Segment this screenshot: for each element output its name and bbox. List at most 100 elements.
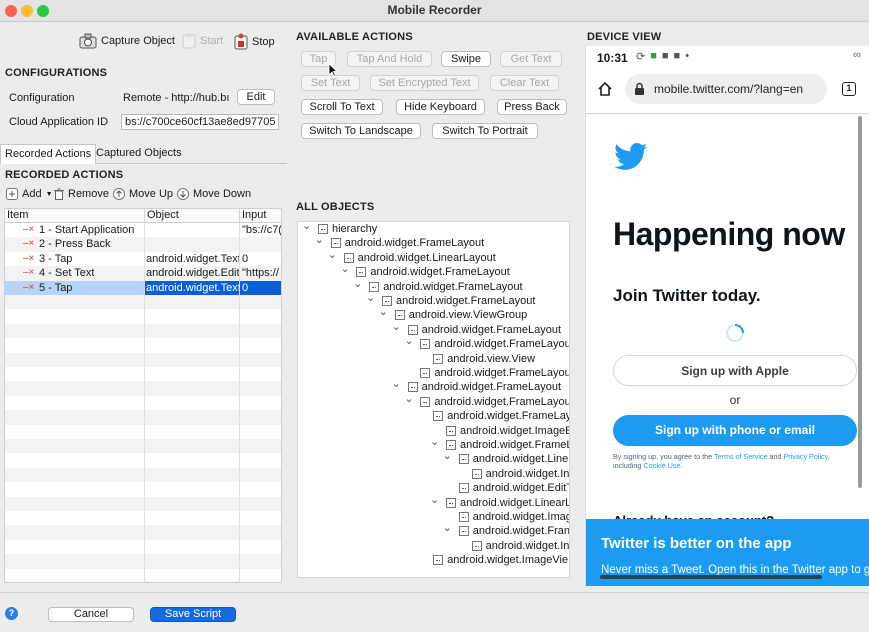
zoom-window-button[interactable] [37,5,49,17]
terms-link[interactable]: Terms of Service [714,452,768,461]
home-icon[interactable] [597,81,613,97]
cookie-suffix: . [680,461,683,470]
column-header-input[interactable]: Input [240,209,281,223]
tree-node[interactable]: android.widget.LinearLayout [343,251,496,265]
tree-node[interactable]: android.widget.Line [458,452,568,466]
tree-node[interactable]: android.widget.FrameLayout [382,294,535,308]
horizontal-scrollbar[interactable] [600,575,822,579]
capture-object-button[interactable]: Capture Object [79,33,175,49]
window-title: Mobile Recorder [387,3,482,17]
get-text-button[interactable]: Get Text [500,51,562,67]
tree-node[interactable]: android.widget.In [471,539,569,553]
swipe-button[interactable]: Swipe [441,51,491,67]
tree-node[interactable]: android.widget.In [471,467,570,481]
tree-node[interactable]: android.widget.FrameLay [433,409,569,423]
move-down-button[interactable]: Move Down [177,188,251,200]
switch-to-landscape-button[interactable]: Switch To Landscape [301,123,421,139]
chevron-down-icon[interactable]: ⌄ [404,392,413,406]
tree-node[interactable]: android.widget.Fran [458,524,569,538]
chevron-down-icon[interactable]: ⌄ [328,248,337,262]
chevron-down-icon[interactable]: ⌄ [443,521,452,535]
chevron-down-icon[interactable]: ⌄ [392,377,401,391]
stop-button[interactable]: Stop [234,33,275,50]
tree-node-label: android.widget.In [485,467,570,480]
chevron-down-icon[interactable]: ⌄ [340,262,349,276]
object-tree: ⌄ hierarchy ⌄ android.widget.FrameLayout ⌄ an… [297,221,570,578]
set-encrypted-text-button[interactable]: Set Encrypted Text [370,75,479,91]
chevron-down-icon[interactable]: ⌄ [302,222,311,233]
press-back-button[interactable]: Press Back [497,99,567,115]
tree-node[interactable]: android.widget.FrameLayout [330,236,484,250]
tab-count-button[interactable]: 1 [842,82,856,96]
node-icon [433,555,444,566]
column-header-item[interactable]: Item [5,209,145,223]
row-object: android.widget.Edit [146,267,239,280]
sign-up-phone-button[interactable]: Sign up with phone or email [613,415,857,446]
cloud-application-id-field[interactable]: bs://c700ce60cf13ae8ed97705 [121,114,279,130]
add-button[interactable]: Add ▼ [6,188,53,200]
tree-node[interactable]: android.widget.Imag [458,510,569,524]
remove-action-icon[interactable]: –× [23,281,37,295]
tree-node[interactable]: android.widget.FrameL [446,438,569,452]
cancel-button[interactable]: Cancel [48,607,134,622]
close-window-button[interactable] [5,5,17,17]
tree-node[interactable]: android.widget.ImageVie [433,553,568,567]
tab-captured-objects[interactable]: Captured Objects [92,144,186,164]
available-actions-heading: AVAILABLE ACTIONS [296,31,413,43]
clear-text-button[interactable]: Clear Text [490,75,559,91]
tree-node[interactable]: android.widget.FrameLayou [420,366,569,380]
start-button[interactable]: Start [182,33,223,49]
remove-action-icon[interactable]: –× [23,266,37,280]
tap-and-hold-button[interactable]: Tap And Hold [347,51,432,67]
tree-node[interactable]: hierarchy [318,222,377,236]
tree-node[interactable]: android.view.ViewGroup [394,308,527,322]
minimize-window-button[interactable] [21,5,33,17]
device-scrollbar[interactable] [858,116,862,488]
chevron-down-icon[interactable]: ⌄ [379,305,388,319]
help-icon[interactable]: ? [5,607,18,620]
tree-node-label: android.widget.ImageE [460,424,570,437]
row-item: 3 - Tap [39,252,73,265]
switch-to-portrait-button[interactable]: Switch To Portrait [432,123,538,139]
tree-node[interactable]: android.widget.FrameLayou [420,395,569,409]
tree-node[interactable]: android.widget.EditT [458,481,569,495]
tree-node[interactable]: android.widget.ImageE [446,424,570,438]
node-icon [458,526,469,537]
chevron-down-icon[interactable]: ⌄ [443,449,452,463]
remove-action-icon[interactable]: –× [23,237,37,251]
tree-node[interactable]: android.widget.FrameLayout [356,265,510,279]
url-text: mobile.twitter.com/?lang=en [654,82,804,96]
chevron-down-icon[interactable]: ⌄ [392,320,401,334]
edit-configuration-button[interactable]: Edit [237,89,275,105]
tree-node[interactable]: android.widget.LinearL [446,496,569,510]
tree-node[interactable]: android.widget.FrameLayout [407,323,561,337]
tree-node[interactable]: android.widget.FrameLayout [407,380,561,394]
privacy-link[interactable]: Privacy Policy [784,452,828,461]
move-up-button[interactable]: Move Up [113,188,173,200]
node-icon [420,396,431,407]
remove-button[interactable]: Remove [54,188,109,200]
chevron-down-icon[interactable]: ⌄ [315,233,324,247]
cookie-link[interactable]: Cookie Use [643,461,680,470]
column-header-object[interactable]: Object [145,209,240,223]
headline: Happening now [613,216,845,252]
tree-node[interactable]: android.widget.FrameLayout [369,280,523,294]
tree-node[interactable]: android.widget.FrameLayou [420,337,569,351]
start-label: Start [200,35,224,47]
chevron-down-icon[interactable]: ⌄ [404,334,413,348]
remove-action-icon[interactable]: –× [23,223,37,237]
chevron-down-icon[interactable]: ⌄ [366,291,375,305]
tab-recorded-actions[interactable]: Recorded Actions [0,144,97,164]
set-text-button[interactable]: Set Text [301,75,360,91]
remove-action-icon[interactable]: –× [23,252,37,266]
chevron-down-icon[interactable]: ⌄ [430,435,439,449]
hide-keyboard-button[interactable]: Hide Keyboard [396,99,485,115]
tree-node[interactable]: android.view.View [433,352,535,366]
address-bar[interactable]: mobile.twitter.com/?lang=en [625,74,827,104]
scroll-to-text-button[interactable]: Scroll To Text [301,99,383,115]
chevron-down-icon[interactable]: ⌄ [353,277,362,291]
chevron-down-icon[interactable]: ⌄ [430,493,439,507]
sign-up-apple-button[interactable]: Sign up with Apple [613,355,857,386]
save-script-button[interactable]: Save Script [150,607,236,622]
node-icon [420,368,431,378]
